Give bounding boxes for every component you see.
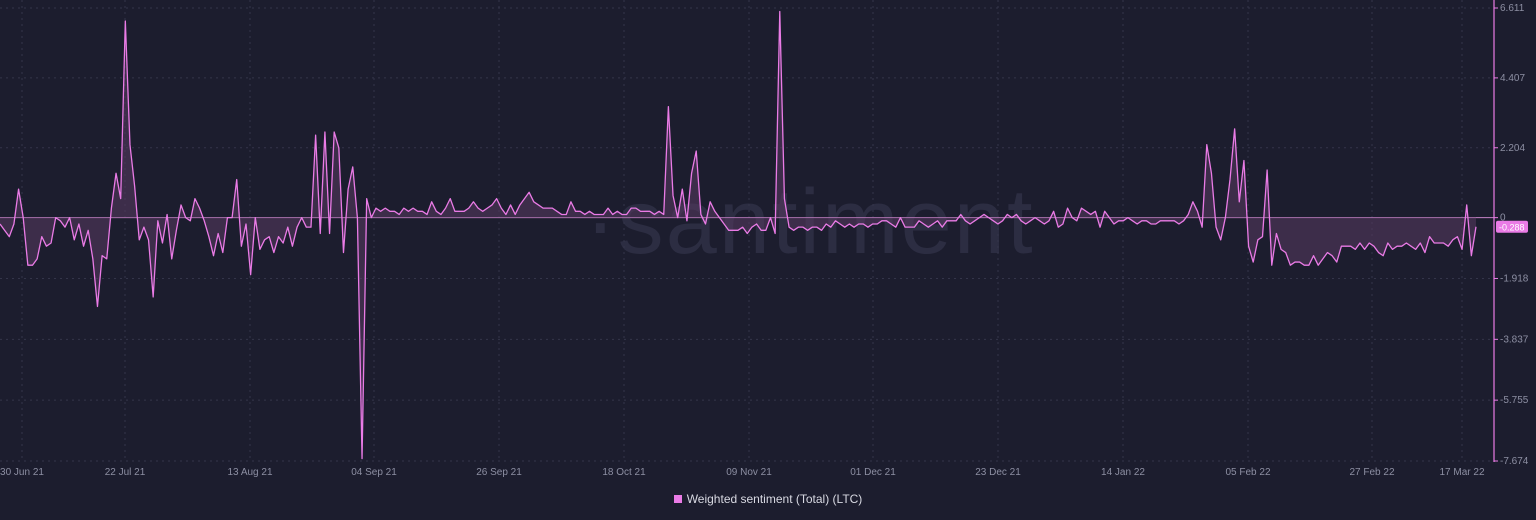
y-tick-label: -5.755 bbox=[1500, 395, 1529, 406]
y-tick-label: 4.407 bbox=[1500, 73, 1525, 84]
y-tick-label: 2.204 bbox=[1500, 143, 1525, 154]
y-tick-label: -1.918 bbox=[1500, 273, 1529, 284]
x-tick-label: 27 Feb 22 bbox=[1349, 467, 1394, 478]
x-tick-label: 09 Nov 21 bbox=[726, 467, 772, 478]
legend-label: Weighted sentiment (Total) (LTC) bbox=[686, 492, 863, 506]
x-tick-label: 26 Sep 21 bbox=[476, 467, 522, 478]
x-tick-label: 13 Aug 21 bbox=[227, 467, 272, 478]
sentiment-chart: 6.6114.4072.2040-1.918-3.837-5.755-7.674… bbox=[0, 0, 1529, 478]
x-tick-label: 18 Oct 21 bbox=[602, 467, 646, 478]
area-fill bbox=[0, 11, 1476, 459]
x-tick-label: 23 Dec 21 bbox=[975, 467, 1021, 478]
x-tick-label: 22 Jul 21 bbox=[105, 467, 146, 478]
area-fill-group bbox=[0, 11, 1476, 459]
x-tick-label: 04 Sep 21 bbox=[351, 467, 397, 478]
x-axis: 30 Jun 21 22 Jul 21 13 Aug 21 04 Sep 21 26 S… bbox=[0, 467, 1485, 478]
chart-legend[interactable]: Weighted sentiment (Total) (LTC) bbox=[0, 492, 1536, 506]
legend-swatch bbox=[673, 495, 682, 503]
x-tick-label: 30 Jun 21 bbox=[0, 467, 44, 478]
y-tick-label: -7.674 bbox=[1500, 456, 1529, 467]
y-tick-label: -3.837 bbox=[1500, 334, 1529, 345]
x-tick-label: 05 Feb 22 bbox=[1225, 467, 1270, 478]
x-tick-label: 17 Mar 22 bbox=[1439, 467, 1484, 478]
x-tick-label: 01 Dec 21 bbox=[850, 467, 896, 478]
y-axis: 6.6114.4072.2040-1.918-3.837-5.755-7.674… bbox=[1493, 0, 1529, 467]
x-tick-label: 14 Jan 22 bbox=[1101, 467, 1145, 478]
y-tick-label: 6.611 bbox=[1500, 3, 1525, 14]
last-value-label: -0.288 bbox=[1499, 222, 1525, 232]
